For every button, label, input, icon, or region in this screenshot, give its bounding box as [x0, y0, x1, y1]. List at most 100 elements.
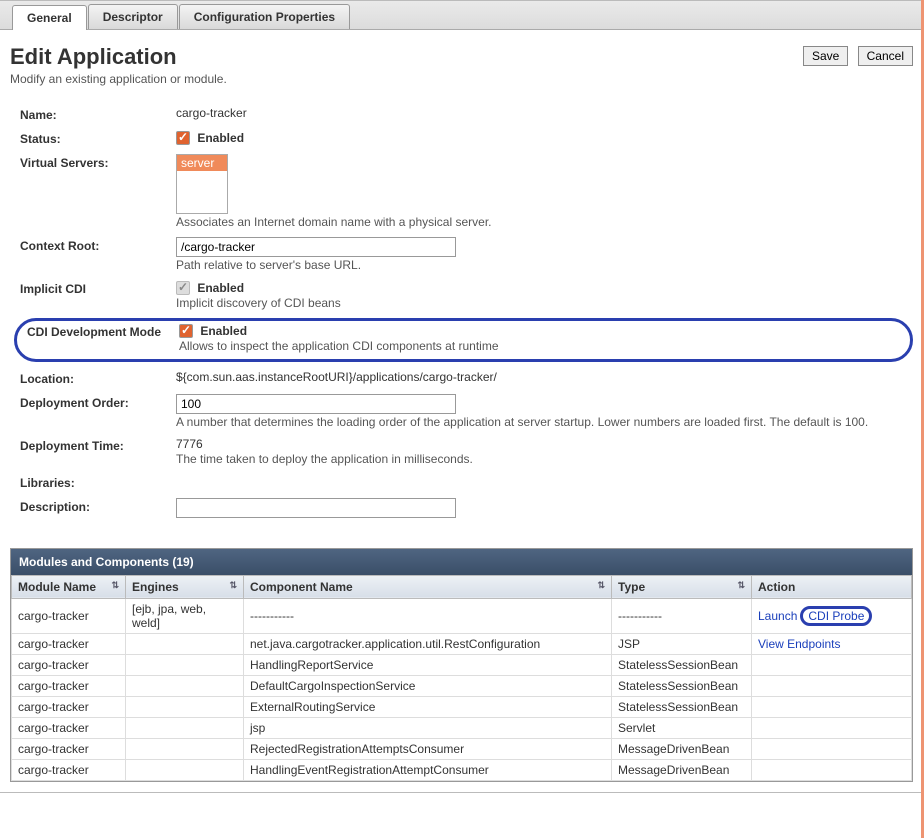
cell-component: RejectedRegistrationAttemptsConsumer: [244, 738, 612, 759]
cell-engines: [126, 654, 244, 675]
cell-component: ExternalRoutingService: [244, 696, 612, 717]
virtual-servers-listbox[interactable]: server: [176, 154, 228, 214]
cell-component: HandlingReportService: [244, 654, 612, 675]
cell-type: StatelessSessionBean: [612, 675, 752, 696]
tab-configuration-properties[interactable]: Configuration Properties: [179, 4, 350, 29]
tab-bar: General Descriptor Configuration Propert…: [0, 1, 923, 30]
implicit-cdi-label: Implicit CDI: [20, 280, 176, 296]
virtual-servers-item[interactable]: server: [177, 155, 227, 171]
sort-icon: ⇅: [229, 580, 237, 591]
modules-table: Module Name ⇅ Engines ⇅ Component Name ⇅…: [11, 575, 912, 781]
cell-module: cargo-tracker: [12, 738, 126, 759]
cell-engines: [126, 696, 244, 717]
cell-module: cargo-tracker: [12, 598, 126, 633]
th-engines[interactable]: Engines ⇅: [126, 575, 244, 598]
table-row: cargo-tracker jspServlet: [12, 717, 912, 738]
implicit-cdi-hint: Implicit discovery of CDI beans: [176, 296, 913, 310]
table-row: cargo-tracker net.java.cargotracker.appli…: [12, 633, 912, 654]
modules-table-title: Modules and Components (19): [11, 549, 912, 575]
deployment-time-hint: The time taken to deploy the application…: [176, 452, 913, 466]
cell-module: cargo-tracker: [12, 696, 126, 717]
cell-type: Servlet: [612, 717, 752, 738]
name-label: Name:: [20, 106, 176, 122]
status-checkbox[interactable]: [176, 131, 190, 145]
th-type[interactable]: Type ⇅: [612, 575, 752, 598]
cdi-dev-label: CDI Development Mode: [27, 323, 179, 339]
cell-module: cargo-tracker: [12, 654, 126, 675]
deployment-time-value: 7776: [176, 437, 913, 451]
save-button[interactable]: Save: [803, 46, 848, 66]
sort-icon: ⇅: [597, 580, 605, 591]
cdi-dev-value: Enabled: [200, 324, 247, 338]
th-component-name[interactable]: Component Name ⇅: [244, 575, 612, 598]
sort-icon: ⇅: [737, 580, 745, 591]
table-row: cargo-tracker RejectedRegistrationAttempt…: [12, 738, 912, 759]
cell-action: [752, 654, 912, 675]
cell-action: [752, 696, 912, 717]
description-input[interactable]: [176, 498, 456, 518]
sort-icon: ⇅: [111, 580, 119, 591]
virtual-servers-hint: Associates an Internet domain name with …: [176, 215, 913, 229]
implicit-cdi-checkbox: [176, 281, 190, 295]
cell-action: View Endpoints: [752, 633, 912, 654]
cell-component: net.java.cargotracker.application.util.R…: [244, 633, 612, 654]
cell-engines: [126, 717, 244, 738]
cell-module: cargo-tracker: [12, 633, 126, 654]
table-row: cargo-tracker ExternalRoutingServiceState…: [12, 696, 912, 717]
cell-engines: [ejb, jpa, web, weld]: [126, 598, 244, 633]
cell-action: [752, 717, 912, 738]
cell-action: [752, 738, 912, 759]
tab-general[interactable]: General: [12, 5, 87, 30]
tab-descriptor[interactable]: Descriptor: [88, 4, 178, 29]
cell-engines: [126, 675, 244, 696]
cell-component: -----------: [244, 598, 612, 633]
cancel-button[interactable]: Cancel: [858, 46, 913, 66]
cell-module: cargo-tracker: [12, 759, 126, 780]
cdi-dev-hint: Allows to inspect the application CDI co…: [179, 339, 902, 353]
launch-link[interactable]: Launch: [758, 609, 797, 623]
context-root-label: Context Root:: [20, 237, 176, 253]
cdi-probe-link[interactable]: CDI Probe: [808, 609, 864, 623]
cell-module: cargo-tracker: [12, 717, 126, 738]
context-root-hint: Path relative to server's base URL.: [176, 258, 913, 272]
name-value: cargo-tracker: [176, 106, 913, 120]
location-value: ${com.sun.aas.instanceRootURI}/applicati…: [176, 370, 913, 384]
deployment-order-label: Deployment Order:: [20, 394, 176, 410]
cell-component: jsp: [244, 717, 612, 738]
th-module-name[interactable]: Module Name ⇅: [12, 575, 126, 598]
cdi-probe-highlight: CDI Probe: [800, 606, 872, 626]
virtual-servers-label: Virtual Servers:: [20, 154, 176, 170]
cell-engines: [126, 633, 244, 654]
deployment-order-hint: A number that determines the loading ord…: [176, 415, 913, 429]
cdi-dev-highlight: CDI Development Mode Enabled Allows to i…: [14, 318, 913, 362]
cell-type: MessageDrivenBean: [612, 759, 752, 780]
table-row: cargo-tracker HandlingReportServiceStatel…: [12, 654, 912, 675]
status-label: Status:: [20, 130, 176, 146]
location-label: Location:: [20, 370, 176, 386]
view-endpoints-link[interactable]: View Endpoints: [758, 637, 841, 651]
table-row: cargo-tracker HandlingEventRegistrationAt…: [12, 759, 912, 780]
cell-action: [752, 675, 912, 696]
context-root-input[interactable]: [176, 237, 456, 257]
modules-table-section: Modules and Components (19) Module Name …: [10, 548, 913, 782]
description-label: Description:: [20, 498, 176, 514]
implicit-cdi-value: Enabled: [197, 281, 244, 295]
deployment-time-label: Deployment Time:: [20, 437, 176, 453]
cell-engines: [126, 738, 244, 759]
cell-component: DefaultCargoInspectionService: [244, 675, 612, 696]
cell-action: [752, 759, 912, 780]
table-row: cargo-tracker[ejb, jpa, web, weld]------…: [12, 598, 912, 633]
status-value: Enabled: [197, 131, 244, 145]
page-title: Edit Application: [10, 44, 227, 70]
cell-component: HandlingEventRegistrationAttemptConsumer: [244, 759, 612, 780]
cell-module: cargo-tracker: [12, 675, 126, 696]
cell-type: StatelessSessionBean: [612, 654, 752, 675]
cell-type: JSP: [612, 633, 752, 654]
table-row: cargo-tracker DefaultCargoInspectionServi…: [12, 675, 912, 696]
th-action: Action: [752, 575, 912, 598]
deployment-order-input[interactable]: [176, 394, 456, 414]
page-subtitle: Modify an existing application or module…: [10, 72, 227, 86]
cell-type: StatelessSessionBean: [612, 696, 752, 717]
cell-type: MessageDrivenBean: [612, 738, 752, 759]
cdi-dev-checkbox[interactable]: [179, 324, 193, 338]
